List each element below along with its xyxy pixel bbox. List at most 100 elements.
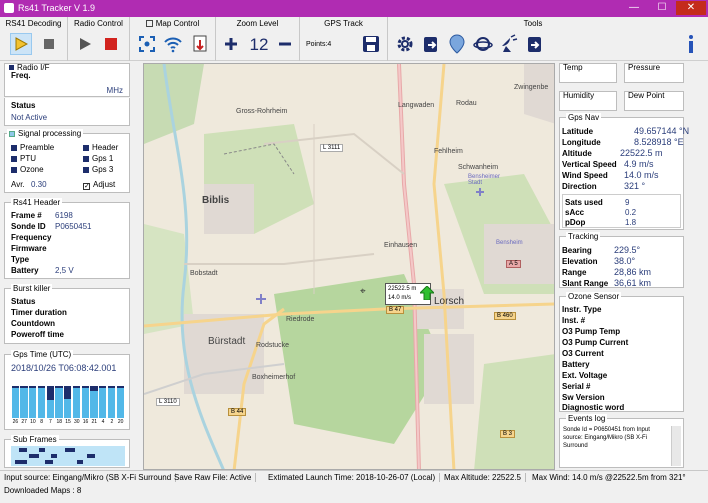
satellite-dish-button[interactable] <box>498 33 520 55</box>
satellite-bar-level <box>64 399 72 418</box>
radio-stop-button[interactable] <box>100 33 122 55</box>
satellite-bar-level <box>116 388 124 418</box>
events-log-scrollbar[interactable] <box>671 426 681 466</box>
planet-icon <box>473 37 493 51</box>
satellite-bar-level <box>29 388 37 418</box>
timer-duration-label: Timer duration <box>11 308 67 317</box>
save-raw-file-status: Save Raw File: Active <box>174 473 257 482</box>
bearing-label: Bearing <box>562 246 592 255</box>
save-track-button[interactable] <box>360 33 382 55</box>
zoom-in-button[interactable] <box>220 33 242 55</box>
gear-icon <box>397 36 413 52</box>
minimize-button[interactable]: — <box>620 1 648 15</box>
satellite-bar-level <box>20 388 28 418</box>
events-log-panel: Events log Sonde Id = P0650451 from Inpu… <box>559 414 684 468</box>
bearing-value: 229.5° <box>614 245 641 255</box>
download-map-icon <box>193 35 207 52</box>
title-bar: Rs41 Tracker V 1.9 — ☐ ✕ <box>0 0 708 17</box>
adjust-checkbox[interactable]: ✓ Adjust <box>83 180 115 190</box>
play-decoding-button[interactable] <box>10 33 32 55</box>
sub-frames-grid <box>11 446 125 466</box>
close-button[interactable]: ✕ <box>676 1 706 15</box>
map-label-langwaden: Langwaden <box>398 102 435 109</box>
sacc-label: sAcc <box>565 208 585 217</box>
avr-label: Avr. <box>11 180 25 189</box>
burst-killer-panel: Burst killer Status Timer duration Count… <box>4 284 130 344</box>
toolbar: RS41 Decoding Radio Control Map Control … <box>0 17 708 61</box>
planet-button[interactable] <box>472 33 494 55</box>
settings-button[interactable] <box>394 33 416 55</box>
floppy-disk-icon <box>363 36 379 52</box>
events-log-text[interactable]: Sonde Id = P0650451 from Input source: E… <box>563 426 667 466</box>
satellite-bar-level <box>11 388 19 418</box>
altitude-label: Altitude <box>562 149 592 158</box>
gps1-indicator: Gps 1 <box>83 154 113 163</box>
slant-range-label: Slant Range <box>562 279 609 288</box>
map-pin-icon <box>449 34 465 54</box>
zoom-out-button[interactable] <box>274 33 296 55</box>
max-wind-status: Max Wind: 14.0 m/s @22522.5m from 321° <box>532 473 686 482</box>
radio-control-group: Radio Control <box>68 17 130 61</box>
gps-track-group: GPS Track Points:4 <box>300 17 388 61</box>
satellite-id-label: 30 <box>73 419 80 425</box>
ext-voltage-label: Ext. Voltage <box>562 371 608 380</box>
satellite-bar <box>11 386 19 418</box>
longitude-value: 8.528918 °E <box>634 137 684 147</box>
signal-processing-panel: Signal processing Preamble Header PTU Gp… <box>4 129 130 193</box>
road-b47: B 47 <box>386 306 405 314</box>
ozone-sensor-title: Ozone Sensor <box>566 292 622 301</box>
sats-used-value: 9 <box>625 198 630 207</box>
satellite-id-label: 8 <box>40 419 44 425</box>
import-button[interactable] <box>524 33 546 55</box>
gps-time-panel: Gps Time (UTC) 2018/10/26 T06:08:42.001 … <box>4 350 130 430</box>
wind-speed-value: 14.0 m/s <box>624 170 659 180</box>
satellite-bar-level <box>37 388 46 418</box>
sw-version-label: Sw Version <box>562 393 605 402</box>
radio-play-button[interactable] <box>74 33 96 55</box>
map-view[interactable]: Biblis Gross-Rohrheim Langwaden Rodau Zw… <box>143 63 555 470</box>
satellite-bar-level <box>99 388 107 418</box>
download-map-button[interactable] <box>190 33 212 55</box>
sonde-id-label: Sonde ID <box>11 222 46 231</box>
latitude-value: 49.657144 °N <box>634 126 690 136</box>
rs41-header-panel: Rs41 Header Frame # 6198 Sonde ID P06504… <box>4 198 130 279</box>
satellite-bar <box>55 386 63 418</box>
center-map-button[interactable] <box>136 33 158 55</box>
satellite-id-label: 21 <box>91 419 98 425</box>
gps-nav-panel: Gps Nav Latitude 49.657144 °N Longitude … <box>559 113 689 230</box>
location-button[interactable] <box>446 33 468 55</box>
info-button[interactable] <box>680 33 702 55</box>
satellite-bar-level <box>90 391 98 418</box>
satellite-bar <box>64 386 72 418</box>
satellite-dish-icon <box>502 34 518 52</box>
maximize-button[interactable]: ☐ <box>648 1 676 15</box>
o3-pump-current-label: O3 Pump Current <box>562 338 629 347</box>
road-l3110: L 3110 <box>156 398 180 406</box>
pressure-box: Pressure <box>624 63 684 83</box>
events-log-title: Events log <box>566 414 608 423</box>
status-bar: Input source: Eingang/Mikro (SB X-Fi Sur… <box>0 470 708 503</box>
map-control-checkbox[interactable] <box>145 20 153 27</box>
signal-processing-title: Signal processing <box>7 129 84 138</box>
gps-track-label: GPS Track <box>324 19 363 28</box>
o3-pump-temp-label: O3 Pump Temp <box>562 327 621 336</box>
direction-value: 321 ° <box>624 181 646 191</box>
vertical-speed-label: Vertical Speed <box>562 160 617 169</box>
export-button[interactable] <box>420 33 442 55</box>
pdop-value: 1.8 <box>625 218 637 227</box>
map-label-biblis: Biblis <box>202 195 230 206</box>
map-label-lorsch: Lorsch <box>434 296 465 307</box>
stop-decoding-button[interactable] <box>38 33 60 55</box>
sats-used-label: Sats used <box>565 198 603 207</box>
wifi-button[interactable] <box>162 33 184 55</box>
sonde-marker-icon[interactable]: ⌖ <box>360 286 366 297</box>
satellite-bar-level <box>72 388 81 418</box>
rs41-header-title: Rs41 Header <box>11 198 63 207</box>
map-label-bobstadt: Bobstadt <box>190 270 218 277</box>
slant-range-value: 36,61 km <box>614 278 652 288</box>
vertical-speed-value: 4.9 m/s <box>624 159 654 169</box>
plus-icon <box>225 38 237 50</box>
tracking-title: Tracking <box>566 232 601 241</box>
diagnostic-word-label: Diagnostic word <box>562 403 625 412</box>
road-b3: B 3 <box>500 430 516 438</box>
